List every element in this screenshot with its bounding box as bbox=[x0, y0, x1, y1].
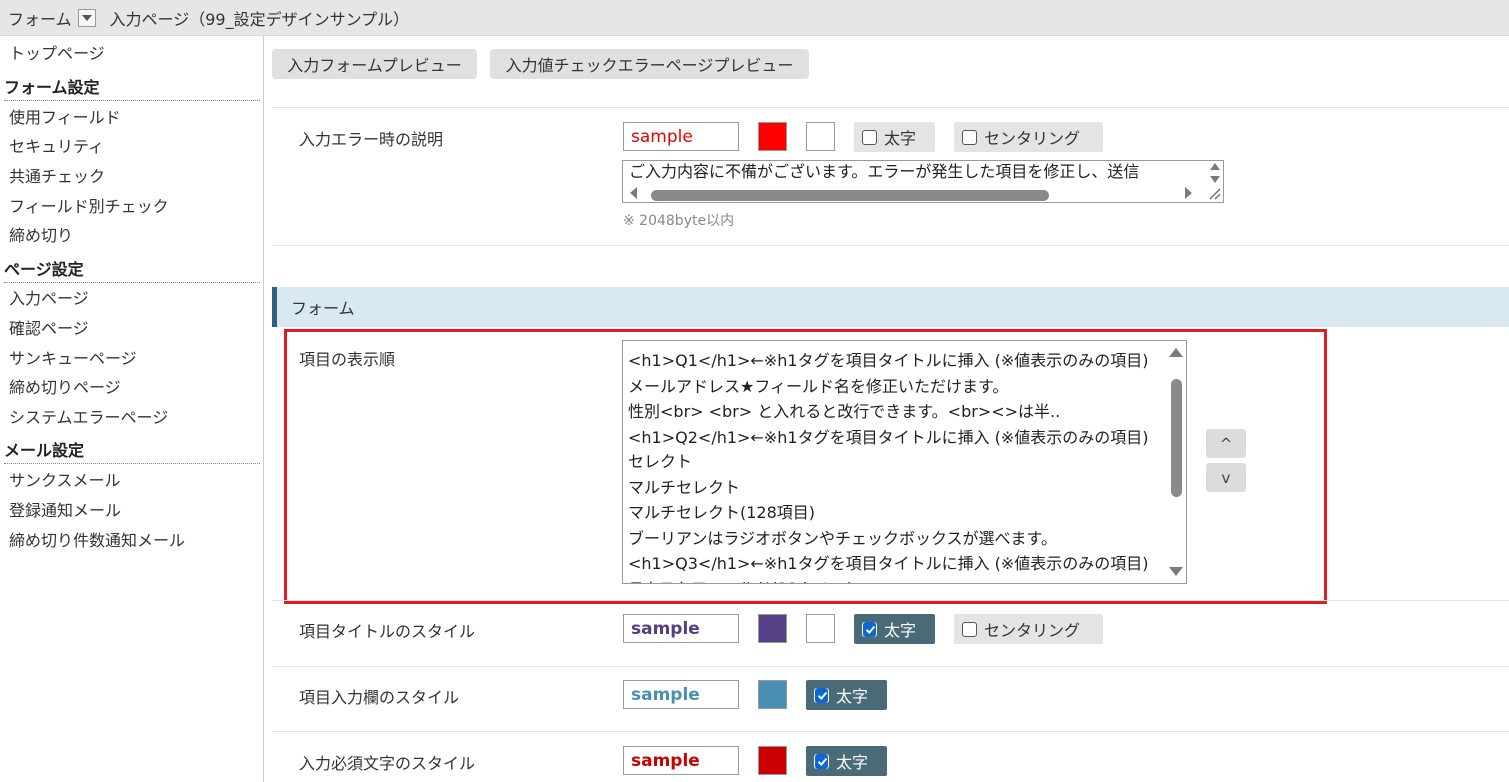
sidebar-heading-mail: メール設定 bbox=[4, 437, 260, 464]
sidebar-item-deadline[interactable]: 締め切り bbox=[9, 222, 73, 246]
input-style-bold-toggle[interactable]: 太字 bbox=[806, 680, 887, 710]
title-style-sample: sample bbox=[623, 614, 739, 643]
error-desc-center-toggle[interactable]: センタリング bbox=[954, 122, 1103, 152]
required-style-fg-color-swatch[interactable] bbox=[758, 746, 787, 775]
sidebar-item-thanks-mail[interactable]: サンクスメール bbox=[9, 467, 121, 491]
title-style-label: 項目タイトルのスタイル bbox=[299, 622, 476, 641]
title-style-bold-toggle[interactable]: 太字 bbox=[854, 614, 935, 644]
bold-label: 太字 bbox=[884, 621, 917, 640]
error-desc-textarea-text: ご入力内容に不備がございます。エラーが発生した項目を修正し、送信 bbox=[629, 162, 1140, 181]
title-style-fg-color-swatch[interactable] bbox=[758, 614, 787, 643]
section-title: フォーム bbox=[291, 299, 355, 318]
form-preview-button[interactable]: 入力フォームプレビュー bbox=[272, 49, 477, 79]
page-title: 入力ページ（99_設定デザインサンプル） bbox=[109, 9, 410, 29]
sidebar-heading-form: フォーム設定 bbox=[4, 74, 260, 101]
input-style-sample: sample bbox=[623, 680, 739, 709]
error-desc-sample: sample bbox=[623, 122, 739, 151]
sidebar-item-input-page[interactable]: 入力ページ bbox=[9, 285, 89, 309]
byte-limit-note: ※ 2048byte以内 bbox=[623, 213, 735, 229]
chevron-down-icon[interactable] bbox=[77, 8, 96, 27]
divider bbox=[272, 600, 1509, 601]
sidebar-item-common-check[interactable]: 共通チェック bbox=[9, 163, 105, 187]
error-desc-label: 入力エラー時の説明 bbox=[299, 130, 444, 149]
sidebar-item-confirm-page[interactable]: 確認ページ bbox=[9, 315, 89, 339]
vertical-scrollbar[interactable] bbox=[1207, 161, 1223, 187]
divider bbox=[272, 731, 1509, 732]
error-desc-bg-color-swatch[interactable] bbox=[806, 122, 835, 151]
title-style-bg-color-swatch[interactable] bbox=[806, 614, 835, 643]
error-desc-fg-color-swatch[interactable] bbox=[758, 122, 787, 151]
sidebar-item-notify-mail[interactable]: 登録通知メール bbox=[9, 497, 121, 521]
input-style-fg-color-swatch[interactable] bbox=[758, 680, 787, 709]
checkbox-checked-icon[interactable] bbox=[862, 621, 877, 637]
sidebar-item-thanks-page[interactable]: サンキューページ bbox=[9, 345, 137, 369]
required-style-label: 入力必須文字のスタイル bbox=[299, 754, 476, 773]
divider bbox=[272, 245, 1509, 246]
checkbox-icon[interactable] bbox=[962, 621, 977, 637]
required-style-sample: sample bbox=[623, 746, 739, 775]
horizontal-scrollbar[interactable] bbox=[623, 185, 1209, 202]
sidebar-item-top[interactable]: トップページ bbox=[9, 40, 105, 64]
section-header-form: フォーム bbox=[272, 287, 1509, 327]
checkbox-icon[interactable] bbox=[862, 129, 877, 145]
breadcrumb-form[interactable]: フォーム bbox=[8, 6, 72, 30]
center-label: センタリング bbox=[984, 129, 1081, 148]
sidebar-heading-page: ページ設定 bbox=[4, 256, 260, 283]
input-style-label: 項目入力欄のスタイル bbox=[299, 688, 460, 707]
highlight-box bbox=[284, 329, 1327, 604]
top-bar: フォーム 入力ページ（99_設定デザインサンプル） bbox=[0, 0, 1509, 36]
scroll-left-icon bbox=[630, 187, 637, 199]
sidebar-item-system-error-page[interactable]: システムエラーページ bbox=[9, 404, 168, 428]
title-style-center-toggle[interactable]: センタリング bbox=[954, 614, 1103, 644]
sidebar-item-fields[interactable]: 使用フィールド bbox=[9, 104, 121, 128]
checkbox-icon[interactable] bbox=[962, 129, 977, 145]
scroll-right-icon bbox=[1185, 187, 1192, 199]
scrollbar-thumb[interactable] bbox=[651, 190, 1049, 201]
sidebar-item-security[interactable]: セキュリティ bbox=[9, 133, 104, 157]
center-label: センタリング bbox=[984, 621, 1081, 640]
checkbox-checked-icon[interactable] bbox=[814, 753, 829, 769]
error-desc-textarea[interactable]: ご入力内容に不備がございます。エラーが発生した項目を修正し、送信 bbox=[622, 160, 1224, 203]
divider bbox=[272, 666, 1509, 667]
sidebar-item-deadline-page[interactable]: 締め切りページ bbox=[9, 374, 121, 398]
error-page-preview-button[interactable]: 入力値チェックエラーページプレビュー bbox=[490, 49, 809, 79]
divider bbox=[272, 107, 1509, 108]
sidebar-item-deadline-count-mail[interactable]: 締め切り件数通知メール bbox=[9, 527, 185, 551]
error-desc-bold-toggle[interactable]: 太字 bbox=[854, 122, 935, 152]
sidebar: トップページ フォーム設定 使用フィールド セキュリティ 共通チェック フィール… bbox=[0, 36, 264, 782]
sidebar-item-field-check[interactable]: フィールド別チェック bbox=[9, 193, 169, 217]
checkbox-checked-icon[interactable] bbox=[814, 687, 829, 703]
required-style-bold-toggle[interactable]: 太字 bbox=[806, 746, 887, 776]
bold-label: 太字 bbox=[836, 753, 869, 772]
bold-label: 太字 bbox=[884, 129, 917, 148]
resize-handle-icon[interactable] bbox=[1207, 186, 1221, 200]
bold-label: 太字 bbox=[836, 687, 869, 706]
